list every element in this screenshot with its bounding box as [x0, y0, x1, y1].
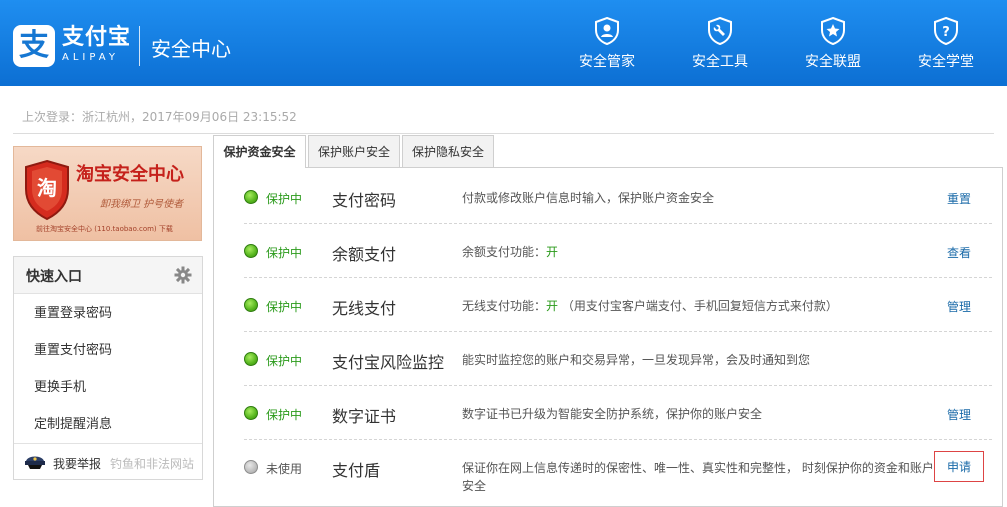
- status-green-icon: [244, 298, 258, 312]
- desc-prefix: 无线支付功能：: [462, 299, 547, 313]
- feature-description: 数字证书已升级为智能安全防护系统，保护你的账户安全: [462, 407, 763, 421]
- page-title: 安全中心: [151, 37, 231, 61]
- report-section: 我要举报 钓鱼和非法网站: [14, 443, 202, 480]
- desc-prefix: 余额支付功能：: [462, 245, 547, 259]
- nav-security-school[interactable]: ? 安全学堂: [901, 17, 991, 75]
- quick-link-reset-login-password[interactable]: 重置登录密码: [34, 302, 112, 321]
- security-row-risk-monitor: 保护中 支付宝风险监控 能实时监控您的账户和交易异常，一旦发现异常，会及时通知到…: [230, 332, 992, 386]
- feature-description: 付款或修改账户信息时输入，保护账户资金安全: [462, 191, 715, 205]
- feature-name: 余额支付: [332, 245, 397, 264]
- reset-button[interactable]: 重置: [947, 190, 971, 207]
- manage-button[interactable]: 管理: [947, 406, 971, 423]
- shield-star-icon: [821, 17, 845, 45]
- banner-slogan: 卸我绑卫 护号使者: [100, 199, 184, 210]
- last-login-info: 上次登录：浙江杭州，2017年09月06日 23:15:52: [22, 110, 297, 124]
- header-bar: 支 支付宝 ALIPAY 安全中心 安全管家 安全工具 安全联盟 ? 安全学堂: [0, 0, 1007, 86]
- quick-entry-title: 快速入口: [26, 269, 82, 285]
- manage-button[interactable]: 管理: [947, 298, 971, 315]
- tab-account-security[interactable]: 保护账户安全: [308, 135, 400, 167]
- status-green-icon: [244, 352, 258, 366]
- shield-wrench-icon: [708, 17, 732, 45]
- status-green-icon: [244, 244, 258, 258]
- nav-security-tools[interactable]: 安全工具: [675, 17, 765, 75]
- svg-text:?: ?: [942, 25, 950, 40]
- status-label: 保护中: [266, 354, 303, 368]
- feature-description: 保证你在网上信息传递时的保密性、唯一性、真实性和完整性， 时刻保护你的资金和账户…: [462, 461, 934, 493]
- divider: [13, 133, 994, 134]
- nav-security-manager[interactable]: 安全管家: [562, 17, 652, 75]
- banner-footer: 前往淘宝安全中心 (110.taobao.com) 下载: [36, 225, 173, 233]
- svg-text:淘: 淘: [37, 176, 57, 200]
- logo-divider: [139, 26, 140, 66]
- logo-subtitle: ALIPAY: [62, 52, 119, 63]
- status-gray-icon: [244, 460, 258, 474]
- nav-label: 安全管家: [579, 54, 635, 70]
- banner-title: 淘宝安全中心: [76, 164, 184, 185]
- gear-icon[interactable]: [174, 266, 192, 284]
- nav-label: 安全工具: [692, 54, 748, 70]
- quick-entry-panel: 快速入口 重置登录密码 重置支付密码 更换手机 定制提醒消息 我要举报 钓鱼和非…: [13, 256, 203, 480]
- view-button[interactable]: 查看: [947, 244, 971, 261]
- feature-name: 无线支付: [332, 299, 397, 318]
- status-on-text: 开: [546, 245, 559, 259]
- status-label: 保护中: [266, 192, 303, 206]
- taobao-shield-icon: 淘: [25, 159, 69, 221]
- nav-security-alliance[interactable]: 安全联盟: [788, 17, 878, 75]
- security-row-pay-password: 保护中 支付密码 付款或修改账户信息时输入，保护账户资金安全 重置: [230, 170, 992, 224]
- feature-description: 余额支付功能：开: [462, 243, 942, 261]
- nav-label: 安全联盟: [805, 54, 861, 70]
- feature-name: 支付盾: [332, 461, 381, 480]
- security-row-pay-shield: 未使用 支付盾 保证你在网上信息传递时的保密性、唯一性、真实性和完整性， 时刻保…: [230, 440, 992, 494]
- quick-entry-header: 快速入口: [14, 257, 202, 294]
- alipay-logo-icon[interactable]: 支: [13, 25, 55, 67]
- status-green-icon: [244, 190, 258, 204]
- quick-link-reset-pay-password[interactable]: 重置支付密码: [34, 339, 112, 358]
- security-row-balance-pay: 保护中 余额支付 余额支付功能：开 查看: [230, 224, 992, 278]
- status-label: 保护中: [266, 408, 303, 422]
- report-subtitle[interactable]: 钓鱼和非法网站: [110, 455, 194, 472]
- quick-link-change-phone[interactable]: 更换手机: [34, 376, 86, 395]
- feature-name: 支付密码: [332, 191, 397, 210]
- nav-label: 安全学堂: [918, 54, 974, 70]
- feature-name: 支付宝风险监控: [332, 353, 445, 372]
- status-green-icon: [244, 406, 258, 420]
- police-cap-icon: [25, 456, 45, 469]
- feature-description: 无线支付功能：开 （用支付宝客户端支付、手机回复短信方式来付款）: [462, 297, 942, 315]
- taobao-security-banner[interactable]: 淘 淘宝安全中心 卸我绑卫 护号使者 前往淘宝安全中心 (110.taobao.…: [13, 146, 202, 241]
- security-row-digital-cert: 保护中 数字证书 数字证书已升级为智能安全防护系统，保护你的账户安全 管理: [230, 386, 992, 440]
- feature-description: 能实时监控您的账户和交易异常，一旦发现异常，会及时通知到您: [462, 353, 811, 367]
- security-row-wireless-pay: 保护中 无线支付 无线支付功能：开 （用支付宝客户端支付、手机回复短信方式来付款…: [230, 278, 992, 332]
- status-on-text: 开: [546, 299, 559, 313]
- shield-user-icon: [595, 17, 619, 45]
- status-label: 保护中: [266, 300, 303, 314]
- status-label: 未使用: [266, 462, 303, 476]
- status-label: 保护中: [266, 246, 303, 260]
- tab-privacy-security[interactable]: 保护隐私安全: [402, 135, 494, 167]
- shield-question-icon: ?: [934, 17, 958, 45]
- report-link[interactable]: 我要举报: [53, 455, 101, 472]
- tab-fund-security[interactable]: 保护资金安全: [213, 135, 306, 168]
- apply-button[interactable]: 申请: [934, 451, 985, 482]
- quick-link-custom-alerts[interactable]: 定制提醒消息: [34, 413, 112, 432]
- feature-name: 数字证书: [332, 407, 397, 426]
- logo-name: 支付宝: [62, 25, 132, 50]
- desc-suffix: （用支付宝客户端支付、手机回复短信方式来付款）: [558, 299, 838, 313]
